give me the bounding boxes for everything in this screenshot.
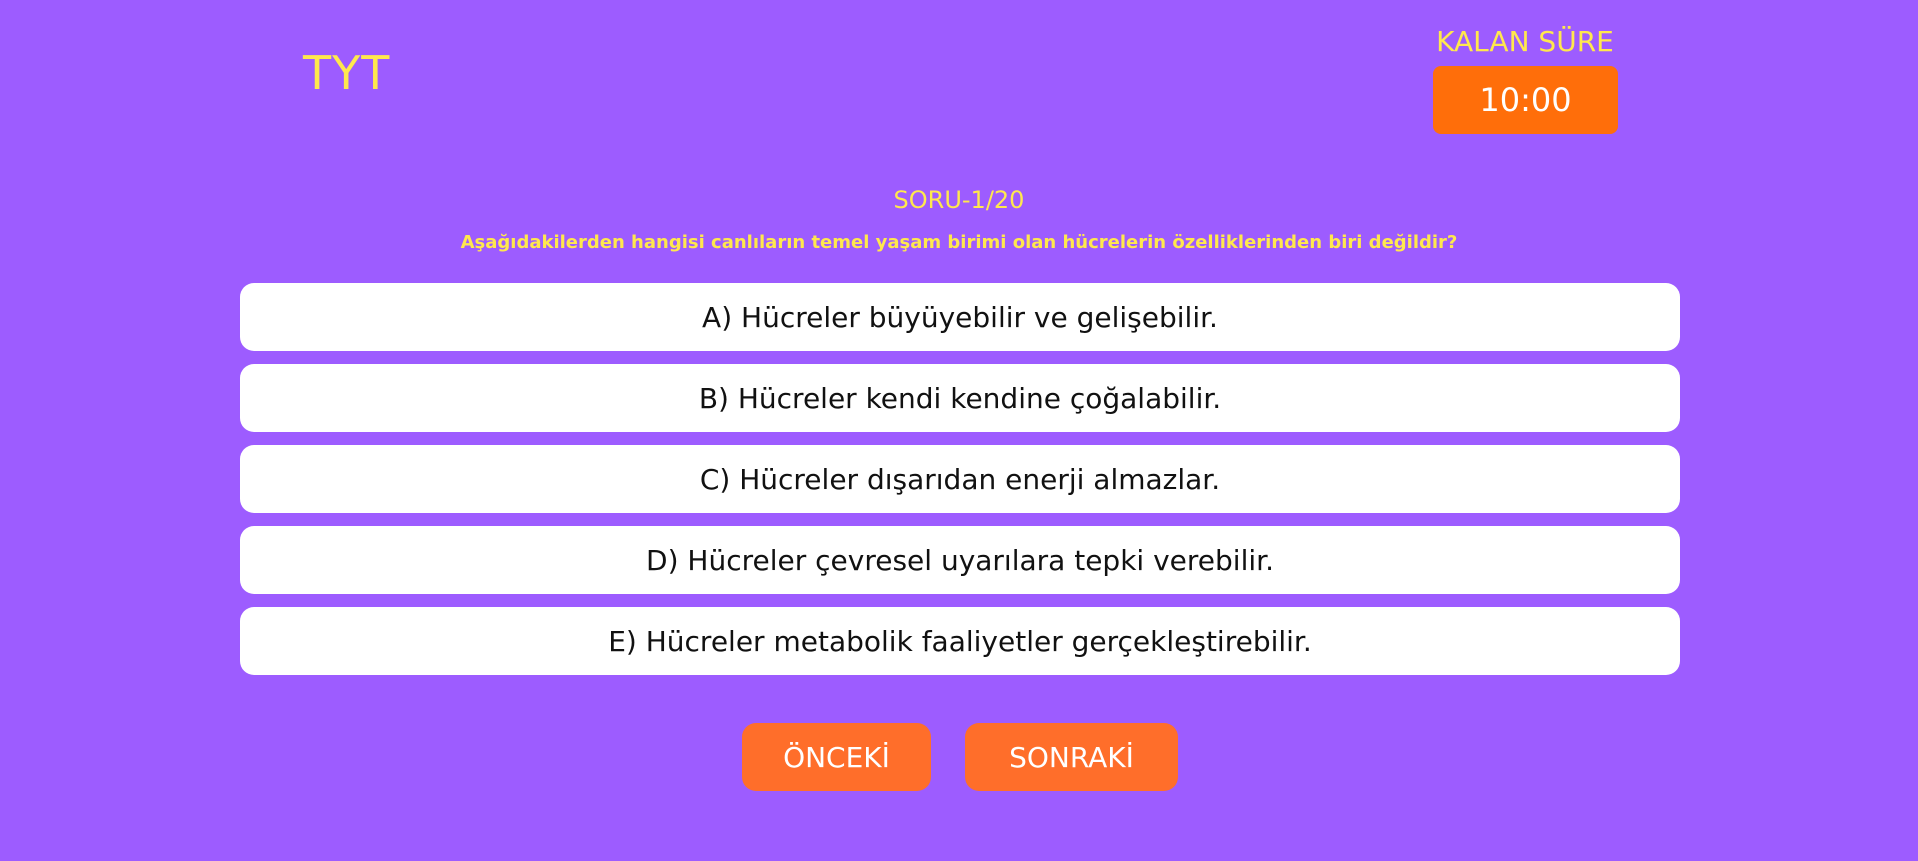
option-e[interactable]: E) Hücreler metabolik faaliyetler gerçek… (240, 607, 1680, 675)
option-label: E) Hücreler metabolik faaliyetler gerçek… (608, 624, 1312, 658)
answer-options: A) Hücreler büyüyebilir ve gelişebilir. … (240, 283, 1680, 688)
option-c[interactable]: C) Hücreler dışarıdan enerji almazlar. (240, 445, 1680, 513)
option-a[interactable]: A) Hücreler büyüyebilir ve gelişebilir. (240, 283, 1680, 351)
next-button-label: SONRAKİ (1009, 740, 1134, 774)
timer-label: KALAN SÜRE (1436, 25, 1614, 58)
question-counter: SORU-1/20 (893, 186, 1025, 214)
option-label: D) Hücreler çevresel uyarılara tepki ver… (646, 543, 1274, 577)
timer-display: 10:00 (1433, 66, 1618, 134)
next-button[interactable]: SONRAKİ (965, 723, 1178, 791)
option-b[interactable]: B) Hücreler kendi kendine çoğalabilir. (240, 364, 1680, 432)
option-label: B) Hücreler kendi kendine çoğalabilir. (698, 381, 1222, 415)
option-label: A) Hücreler büyüyebilir ve gelişebilir. (702, 300, 1218, 334)
exam-title: TYT (303, 46, 391, 100)
previous-button-label: ÖNCEKİ (783, 740, 890, 774)
option-label: C) Hücreler dışarıdan enerji almazlar. (699, 462, 1221, 496)
question-text: Aşağıdakilerden hangisi canlıların temel… (460, 232, 1458, 253)
option-d[interactable]: D) Hücreler çevresel uyarılara tepki ver… (240, 526, 1680, 594)
previous-button[interactable]: ÖNCEKİ (742, 723, 931, 791)
timer-value: 10:00 (1479, 81, 1572, 119)
